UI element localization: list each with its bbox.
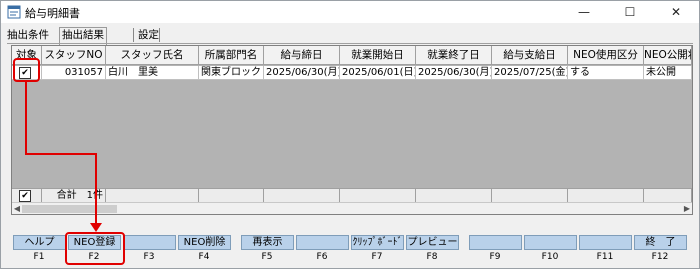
fkey-label: F9 bbox=[489, 252, 501, 262]
footer-cell bbox=[199, 188, 264, 202]
footer-cell bbox=[106, 188, 199, 202]
select-all-checkbox[interactable]: ✔ bbox=[19, 190, 31, 202]
horizontal-scrollbar[interactable]: ◀ ▶ bbox=[12, 202, 692, 214]
close-button[interactable]: ✕ bbox=[653, 1, 699, 23]
footer-cell bbox=[492, 188, 568, 202]
window-title: 給与明細書 bbox=[25, 7, 80, 20]
f9-button[interactable] bbox=[469, 235, 522, 250]
title-bar: 給与明細書 — ☐ ✕ bbox=[1, 1, 699, 23]
preview-button[interactable]: プレビュー bbox=[406, 235, 459, 250]
annotation-arrow-line bbox=[25, 153, 97, 155]
footer-cell bbox=[568, 188, 644, 202]
scroll-right-icon[interactable]: ▶ bbox=[682, 203, 692, 214]
cell-department: 関東ブロック bbox=[199, 66, 264, 80]
minimize-button[interactable]: — bbox=[561, 1, 607, 23]
maximize-button[interactable]: ☐ bbox=[607, 1, 653, 23]
footer-cell bbox=[644, 188, 692, 202]
col-header-staff-name[interactable]: スタッフ氏名 bbox=[106, 46, 199, 65]
neo-delete-button[interactable]: NEO削除 bbox=[178, 235, 231, 250]
fkey-label: F7 bbox=[371, 252, 383, 262]
col-header-neo-use[interactable]: NEO使用区分 bbox=[568, 46, 644, 65]
fkey-label: F5 bbox=[261, 252, 273, 262]
cell-neo-public: 未公開 bbox=[644, 66, 692, 80]
cell-staff-name: 白川 里美 bbox=[106, 66, 199, 80]
cell-pay-date: 2025/07/25(金) bbox=[492, 66, 568, 80]
footer-cell bbox=[416, 188, 492, 202]
annotation-arrow-line bbox=[95, 153, 97, 225]
f10-button[interactable] bbox=[524, 235, 577, 250]
fkey-label: F8 bbox=[426, 252, 438, 262]
f11-button[interactable] bbox=[579, 235, 632, 250]
f3-button[interactable] bbox=[123, 235, 176, 250]
col-header-pay-date[interactable]: 給与支給日 bbox=[492, 46, 568, 65]
exit-button[interactable]: 終 了 bbox=[634, 235, 687, 250]
tab-separator bbox=[159, 28, 160, 42]
annotation-arrowhead-icon bbox=[90, 223, 102, 232]
refresh-button[interactable]: 再表示 bbox=[241, 235, 294, 250]
annotation-checkbox-highlight bbox=[13, 58, 40, 82]
help-button[interactable]: ヘルプ bbox=[13, 235, 66, 250]
fkey-label: F11 bbox=[596, 252, 614, 262]
tab-settings[interactable]: 設定 bbox=[138, 28, 159, 43]
fkey-label: F1 bbox=[33, 252, 45, 262]
col-header-work-end[interactable]: 就業終了日 bbox=[416, 46, 492, 65]
tab-separator bbox=[133, 28, 134, 42]
fkey-label: F10 bbox=[541, 252, 559, 262]
fkey-label: F6 bbox=[316, 252, 328, 262]
cell-work-start: 2025/06/01(日) bbox=[340, 66, 416, 80]
app-window: 給与明細書 — ☐ ✕ 抽出条件 抽出結果 設定 対象 スタッフNO スタッフ氏… bbox=[0, 0, 700, 269]
fkey-label: F4 bbox=[198, 252, 210, 262]
app-icon bbox=[7, 5, 21, 19]
col-header-closing-date[interactable]: 給与締日 bbox=[264, 46, 340, 65]
footer-cell bbox=[264, 188, 340, 202]
col-header-department[interactable]: 所属部門名 bbox=[199, 46, 264, 65]
footer-check-cell[interactable]: ✔ bbox=[12, 188, 42, 202]
scrollbar-thumb[interactable] bbox=[22, 205, 117, 213]
fkey-label: F12 bbox=[651, 252, 669, 262]
result-grid[interactable]: 対象 スタッフNO スタッフ氏名 所属部門名 給与締日 就業開始日 就業終了日 … bbox=[11, 45, 693, 215]
annotation-arrow-line bbox=[25, 82, 27, 155]
footer-cell bbox=[340, 188, 416, 202]
cell-closing-date: 2025/06/30(月) bbox=[264, 66, 340, 80]
col-header-work-start[interactable]: 就業開始日 bbox=[340, 46, 416, 65]
col-header-neo-public[interactable]: NEO公開状 bbox=[644, 46, 692, 65]
tab-divider bbox=[7, 43, 693, 44]
cell-work-end: 2025/06/30(月) bbox=[416, 66, 492, 80]
cell-neo-use: する bbox=[568, 66, 644, 80]
col-header-staff-no[interactable]: スタッフNO bbox=[42, 46, 106, 65]
scroll-left-icon[interactable]: ◀ bbox=[12, 203, 22, 214]
cell-staff-no: 031057 bbox=[42, 66, 106, 80]
clipboard-button[interactable]: ｸﾘｯﾌﾟﾎﾞｰﾄﾞ bbox=[351, 235, 404, 250]
fkey-label: F3 bbox=[143, 252, 155, 262]
f6-button[interactable] bbox=[296, 235, 349, 250]
tab-extract-conditions[interactable]: 抽出条件 bbox=[7, 28, 49, 43]
annotation-button-highlight bbox=[65, 232, 125, 265]
